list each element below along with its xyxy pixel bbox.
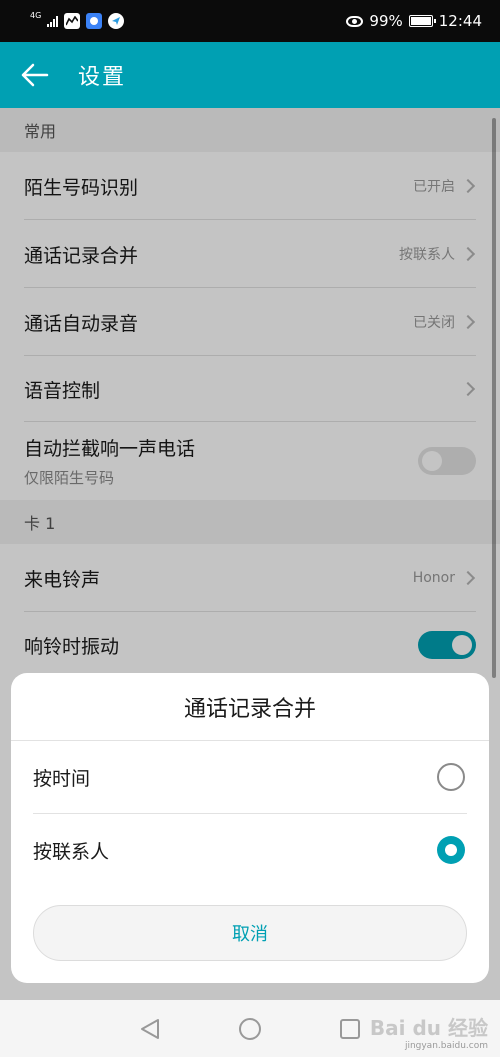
message-app-icon [86,13,103,29]
back-button[interactable] [0,42,70,108]
option-label: 按时间 [33,767,91,790]
signal-icon [47,15,59,27]
option-by-contact[interactable]: 按联系人 [11,814,489,886]
radio-unchecked-icon[interactable] [437,763,465,791]
app-bar: 设置 [0,42,500,108]
battery-percent: 99% [369,12,403,30]
status-bar: 4G 99% 12:44 [0,0,500,42]
page-title: 设置 [78,65,127,90]
nav-recents-button[interactable] [330,1009,370,1049]
nav-back-button[interactable] [130,1009,170,1049]
battery-icon [408,15,436,27]
scrollbar[interactable] [492,118,496,678]
send-app-icon [108,13,125,29]
call-log-merge-dialog: 通话记录合并 按时间 按联系人 取消 [11,673,489,983]
status-left: 4G [30,11,125,29]
watermark-brand: Bai du 经验 [369,1016,488,1040]
option-by-time[interactable]: 按时间 [11,741,489,813]
watermark: Bai du 经验 jingyan.baidu.com [370,1012,488,1051]
triangle-back-icon [141,1018,159,1039]
clock: 12:44 [438,12,482,30]
option-label: 按联系人 [33,840,110,863]
network-type: 4G [30,11,42,20]
cancel-button[interactable]: 取消 [33,905,467,961]
radio-checked-icon[interactable] [437,836,465,864]
eye-icon [346,15,364,27]
watermark-url: jingyan.baidu.com [404,1041,488,1051]
square-recents-icon [340,1018,360,1039]
arrow-left-icon [21,63,49,87]
status-right: 99% 12:44 [346,12,482,30]
dialog-title: 通话记录合并 [11,673,489,741]
nav-home-button[interactable] [230,1009,270,1049]
circle-home-icon [239,1017,261,1040]
chart-app-icon [64,13,81,29]
